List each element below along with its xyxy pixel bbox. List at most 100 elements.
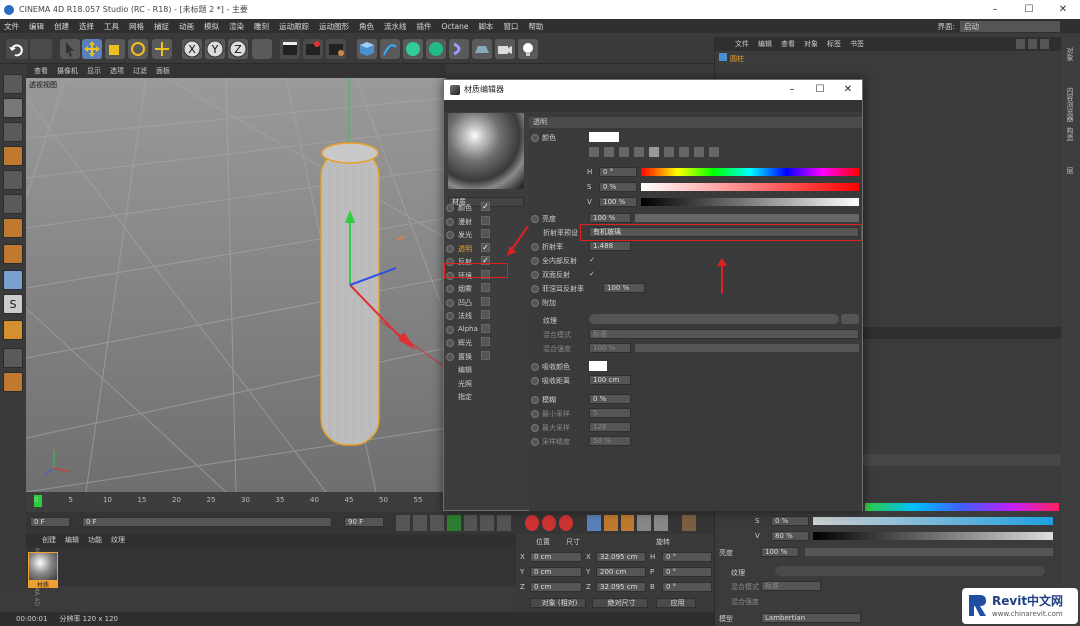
cloner-icon[interactable]	[426, 39, 446, 59]
accuracy-field[interactable]: 50 %	[589, 436, 631, 446]
value-field[interactable]: 80 %	[771, 531, 809, 541]
color-swatch[interactable]	[589, 132, 619, 142]
dialog-minimize-button[interactable]: –	[778, 80, 806, 100]
coord-field[interactable]: 32.095 cm	[596, 552, 646, 562]
perspective-viewport[interactable]: 透视视图	[26, 78, 446, 492]
menu-item-11[interactable]: 运动跟踪	[279, 21, 309, 32]
redo-button[interactable]	[30, 39, 52, 59]
channel-6[interactable]: 烟雾	[446, 283, 526, 295]
coord-field[interactable]: 0 cm	[530, 567, 582, 577]
points-mode-icon[interactable]	[3, 170, 23, 190]
hue-slider-dialog[interactable]	[641, 168, 859, 176]
mixer-icon[interactable]	[679, 147, 689, 157]
absorption-color-swatch[interactable]	[589, 361, 607, 371]
render-settings-icon[interactable]	[326, 39, 346, 59]
menu-item-17[interactable]: 脚本	[478, 21, 493, 32]
channel-checkbox[interactable]	[481, 337, 490, 346]
subdivision-icon[interactable]	[403, 39, 423, 59]
object-menu-item-5[interactable]: 书签	[850, 39, 864, 49]
record-icon[interactable]	[525, 515, 540, 531]
object-menu-item-2[interactable]: 查看	[781, 39, 795, 49]
key-pla-icon[interactable]	[654, 515, 669, 531]
search-icon[interactable]	[1016, 39, 1025, 49]
scale-tool-icon[interactable]	[105, 39, 125, 59]
texture-browse-button[interactable]	[841, 314, 859, 324]
z-axis-icon[interactable]: Z	[228, 39, 248, 59]
material-menu-item-1[interactable]: 编辑	[65, 535, 79, 545]
tweak-mode-icon[interactable]	[3, 270, 23, 290]
select-tool-icon[interactable]	[60, 39, 80, 59]
viewport-menu-item-3[interactable]: 选项	[110, 66, 124, 76]
menu-item-10[interactable]: 雕刻	[254, 21, 269, 32]
menu-item-1[interactable]: 编辑	[29, 21, 44, 32]
eyedropper-icon[interactable]	[709, 147, 719, 157]
planar-workplane-icon[interactable]	[3, 372, 23, 392]
cylinder-object[interactable]	[320, 142, 380, 446]
goto-end-icon[interactable]	[497, 515, 512, 531]
channel-checkbox[interactable]	[481, 350, 490, 360]
dialog-close-button[interactable]: ✕	[834, 80, 862, 100]
viewport-menu-item-1[interactable]: 摄像机	[57, 66, 78, 76]
snap-icon[interactable]: S	[3, 294, 23, 314]
channel-9[interactable]: Alpha	[446, 323, 526, 336]
saturation-slider-dialog[interactable]	[641, 183, 859, 191]
next-frame-icon[interactable]	[463, 515, 478, 531]
material-menu-item-2[interactable]: 功能	[88, 535, 102, 545]
move-tool-icon[interactable]	[82, 39, 102, 59]
film-icon[interactable]	[682, 515, 697, 531]
render-picture-viewer-icon[interactable]	[303, 39, 323, 59]
brightness-field[interactable]: 100 %	[761, 547, 799, 557]
double-sided-check[interactable]: ✓	[589, 270, 595, 282]
menu-item-7[interactable]: 动画	[179, 21, 194, 32]
menu-item-19[interactable]: 帮助	[528, 21, 543, 32]
light-icon[interactable]	[518, 39, 538, 59]
min-samples-field[interactable]: 5	[589, 408, 631, 418]
render-view-icon[interactable]	[280, 39, 300, 59]
viewport-menu-item-0[interactable]: 查看	[34, 66, 48, 76]
maximize-button[interactable]: ☐	[1012, 0, 1046, 19]
axis-mode-icon[interactable]	[3, 244, 23, 264]
hue-field[interactable]: 0 °	[599, 167, 637, 177]
menu-item-13[interactable]: 角色	[359, 21, 374, 32]
menu-item-16[interactable]: Octane	[442, 22, 469, 31]
live-select-icon[interactable]	[152, 39, 172, 59]
absorption-distance-field[interactable]: 100 cm	[589, 375, 631, 385]
right-tab-0[interactable]: 对象	[1065, 47, 1075, 61]
make-editable-icon[interactable]	[3, 74, 23, 94]
coord-field[interactable]: 0 cm	[530, 552, 582, 562]
menu-item-5[interactable]: 网格	[129, 21, 144, 32]
object-menu-item-0[interactable]: 文件	[735, 39, 749, 49]
coord-mode2-button[interactable]: 绝对尺寸	[592, 598, 648, 608]
play-icon[interactable]	[446, 515, 461, 531]
channel-checkbox[interactable]: ✓	[481, 242, 490, 252]
model-mode-icon[interactable]	[3, 98, 23, 118]
key-position-icon[interactable]	[586, 515, 601, 531]
object-item-cylinder[interactable]: 圆柱	[719, 53, 809, 65]
rgb-icon[interactable]	[634, 147, 644, 157]
deformer-icon[interactable]	[449, 39, 469, 59]
channel-8[interactable]: 法线	[446, 310, 526, 322]
value-slider-dialog[interactable]	[641, 198, 859, 206]
floor-icon[interactable]	[472, 39, 492, 59]
coord-field[interactable]: 200 cm	[596, 567, 646, 577]
channel-11[interactable]: 置换	[446, 350, 526, 363]
cube-icon[interactable]	[357, 39, 377, 59]
right-tab-3[interactable]: 层	[1065, 167, 1075, 174]
texture-mode-icon[interactable]	[3, 122, 23, 142]
channel-10[interactable]: 辉光	[446, 337, 526, 349]
kelvin-icon[interactable]	[664, 147, 674, 157]
brightness-slider-dialog[interactable]	[635, 214, 859, 222]
timeline-ruler[interactable]: 051015202530354045505560	[26, 492, 457, 512]
coord-field[interactable]: 0 cm	[530, 582, 582, 592]
max-samples-field[interactable]: 128	[589, 422, 631, 432]
menu-item-8[interactable]: 模拟	[204, 21, 219, 32]
menu-item-4[interactable]: 工具	[104, 21, 119, 32]
menu-item-3[interactable]: 选择	[79, 21, 94, 32]
saturation-field[interactable]: 0 %	[771, 516, 809, 526]
undo-button[interactable]	[6, 39, 28, 59]
channel-checkbox[interactable]	[481, 296, 490, 306]
blend-mode-select-dialog[interactable]: 标准	[589, 329, 859, 339]
coord-field[interactable]: 0 °	[662, 567, 712, 577]
object-menu-item-1[interactable]: 编辑	[758, 39, 772, 49]
hue-slider[interactable]	[865, 503, 1059, 511]
